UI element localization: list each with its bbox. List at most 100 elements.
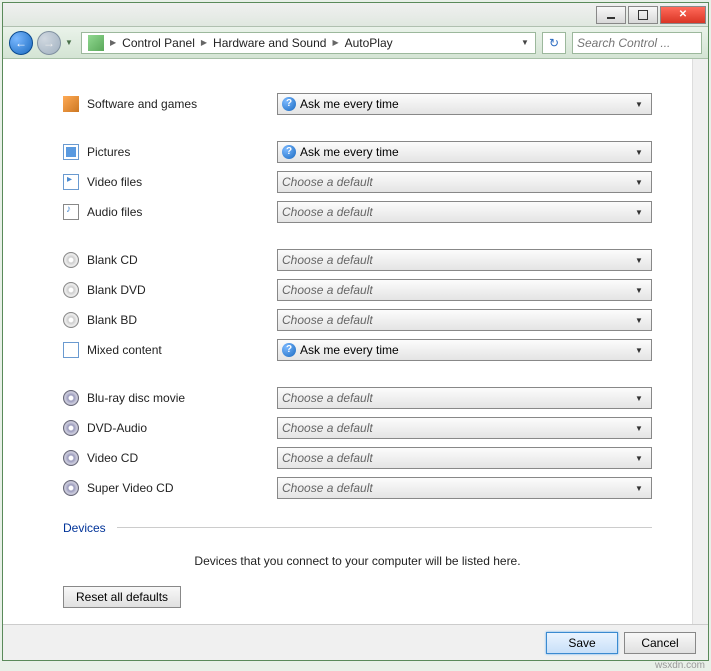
devices-section-title: Devices [63,521,652,535]
combo-text: Choose a default [282,253,631,267]
footer-bar: Save Cancel [3,624,708,660]
combo-video[interactable]: Choose a default ▼ [277,171,652,193]
refresh-button[interactable]: ↻ [542,32,566,54]
divider [117,527,652,528]
disc-icon [63,282,79,298]
combo-vcd[interactable]: Choose a default ▼ [277,447,652,469]
row-svcd: Super Video CD Choose a default ▼ [63,473,652,503]
cancel-button[interactable]: Cancel [624,632,696,654]
combo-bluray[interactable]: Choose a default ▼ [277,387,652,409]
label-blank-cd: Blank CD [87,253,277,267]
disc-icon [63,252,79,268]
combo-text: Choose a default [282,421,631,435]
combo-text: Choose a default [282,175,631,189]
combo-text: Ask me every time [300,145,631,159]
navigation-bar: ▼ ▶ Control Panel ▶ Hardware and Sound ▶… [3,27,708,59]
reset-defaults-button[interactable]: Reset all defaults [63,586,181,608]
chevron-down-icon: ▼ [631,208,647,217]
combo-text: Choose a default [282,391,631,405]
autoplay-pane: Software and games ? Ask me every time ▼… [3,59,692,624]
chevron-down-icon: ▼ [631,148,647,157]
breadcrumb-root[interactable]: Control Panel [118,36,199,50]
label-blank-bd: Blank BD [87,313,277,327]
combo-text: Choose a default [282,481,631,495]
chevron-down-icon: ▼ [631,178,647,187]
chevron-down-icon: ▼ [631,394,647,403]
chevron-down-icon: ▼ [631,484,647,493]
row-blank-bd: Blank BD Choose a default ▼ [63,305,652,335]
label-audio: Audio files [87,205,277,219]
chevron-right-icon: ▶ [199,38,209,47]
label-blank-dvd: Blank DVD [87,283,277,297]
location-icon [88,35,104,51]
address-dropdown[interactable]: ▼ [517,38,533,47]
breadcrumb-mid[interactable]: Hardware and Sound [209,36,330,50]
content-area: Software and games ? Ask me every time ▼… [3,59,708,624]
chevron-down-icon: ▼ [631,256,647,265]
address-bar[interactable]: ▶ Control Panel ▶ Hardware and Sound ▶ A… [81,32,536,54]
row-blank-cd: Blank CD Choose a default ▼ [63,245,652,275]
chevron-right-icon: ▶ [108,38,118,47]
label-vcd: Video CD [87,451,277,465]
combo-svcd[interactable]: Choose a default ▼ [277,477,652,499]
forward-button[interactable] [37,31,61,55]
video-icon [63,174,79,190]
chevron-right-icon: ▶ [330,38,340,47]
row-blank-dvd: Blank DVD Choose a default ▼ [63,275,652,305]
chevron-down-icon: ▼ [631,100,647,109]
combo-pictures[interactable]: ? Ask me every time ▼ [277,141,652,163]
label-pictures: Pictures [87,145,277,159]
row-video: Video files Choose a default ▼ [63,167,652,197]
back-button[interactable] [9,31,33,55]
question-icon: ? [282,97,296,111]
disc-icon [63,480,79,496]
row-mixed: Mixed content ? Ask me every time ▼ [63,335,652,365]
chevron-down-icon: ▼ [631,424,647,433]
mixed-content-icon [63,342,79,358]
minimize-button[interactable] [596,6,626,24]
close-button[interactable] [660,6,706,24]
question-icon: ? [282,145,296,159]
combo-blank-dvd[interactable]: Choose a default ▼ [277,279,652,301]
control-panel-window: ▼ ▶ Control Panel ▶ Hardware and Sound ▶… [2,2,709,661]
watermark: wsxdn.com [655,660,705,671]
combo-software[interactable]: ? Ask me every time ▼ [277,93,652,115]
combo-text: Ask me every time [300,97,631,111]
maximize-button[interactable] [628,6,658,24]
history-dropdown[interactable]: ▼ [65,31,77,55]
row-software: Software and games ? Ask me every time ▼ [63,89,652,119]
row-bluray: Blu-ray disc movie Choose a default ▼ [63,383,652,413]
combo-text: Choose a default [282,451,631,465]
row-pictures: Pictures ? Ask me every time ▼ [63,137,652,167]
combo-audio[interactable]: Choose a default ▼ [277,201,652,223]
chevron-down-icon: ▼ [631,454,647,463]
chevron-down-icon: ▼ [631,286,647,295]
chevron-down-icon: ▼ [631,316,647,325]
label-dvdaudio: DVD-Audio [87,421,277,435]
bluray-icon [63,390,79,406]
save-button[interactable]: Save [546,632,618,654]
combo-text: Choose a default [282,205,631,219]
label-video: Video files [87,175,277,189]
software-icon [63,96,79,112]
pictures-icon [63,144,79,160]
combo-text: Ask me every time [300,343,631,357]
audio-icon [63,204,79,220]
row-audio: Audio files Choose a default ▼ [63,197,652,227]
combo-blank-cd[interactable]: Choose a default ▼ [277,249,652,271]
disc-icon [63,312,79,328]
combo-blank-bd[interactable]: Choose a default ▼ [277,309,652,331]
search-input[interactable] [577,36,711,50]
label-mixed: Mixed content [87,343,277,357]
combo-text: Choose a default [282,313,631,327]
combo-mixed[interactable]: ? Ask me every time ▼ [277,339,652,361]
label-svcd: Super Video CD [87,481,277,495]
combo-dvdaudio[interactable]: Choose a default ▼ [277,417,652,439]
label-bluray: Blu-ray disc movie [87,391,277,405]
vertical-scrollbar[interactable] [692,59,708,624]
disc-icon [63,450,79,466]
row-vcd: Video CD Choose a default ▼ [63,443,652,473]
breadcrumb-leaf[interactable]: AutoPlay [341,36,397,50]
chevron-down-icon: ▼ [631,346,647,355]
search-box[interactable]: 🔍 [572,32,702,54]
